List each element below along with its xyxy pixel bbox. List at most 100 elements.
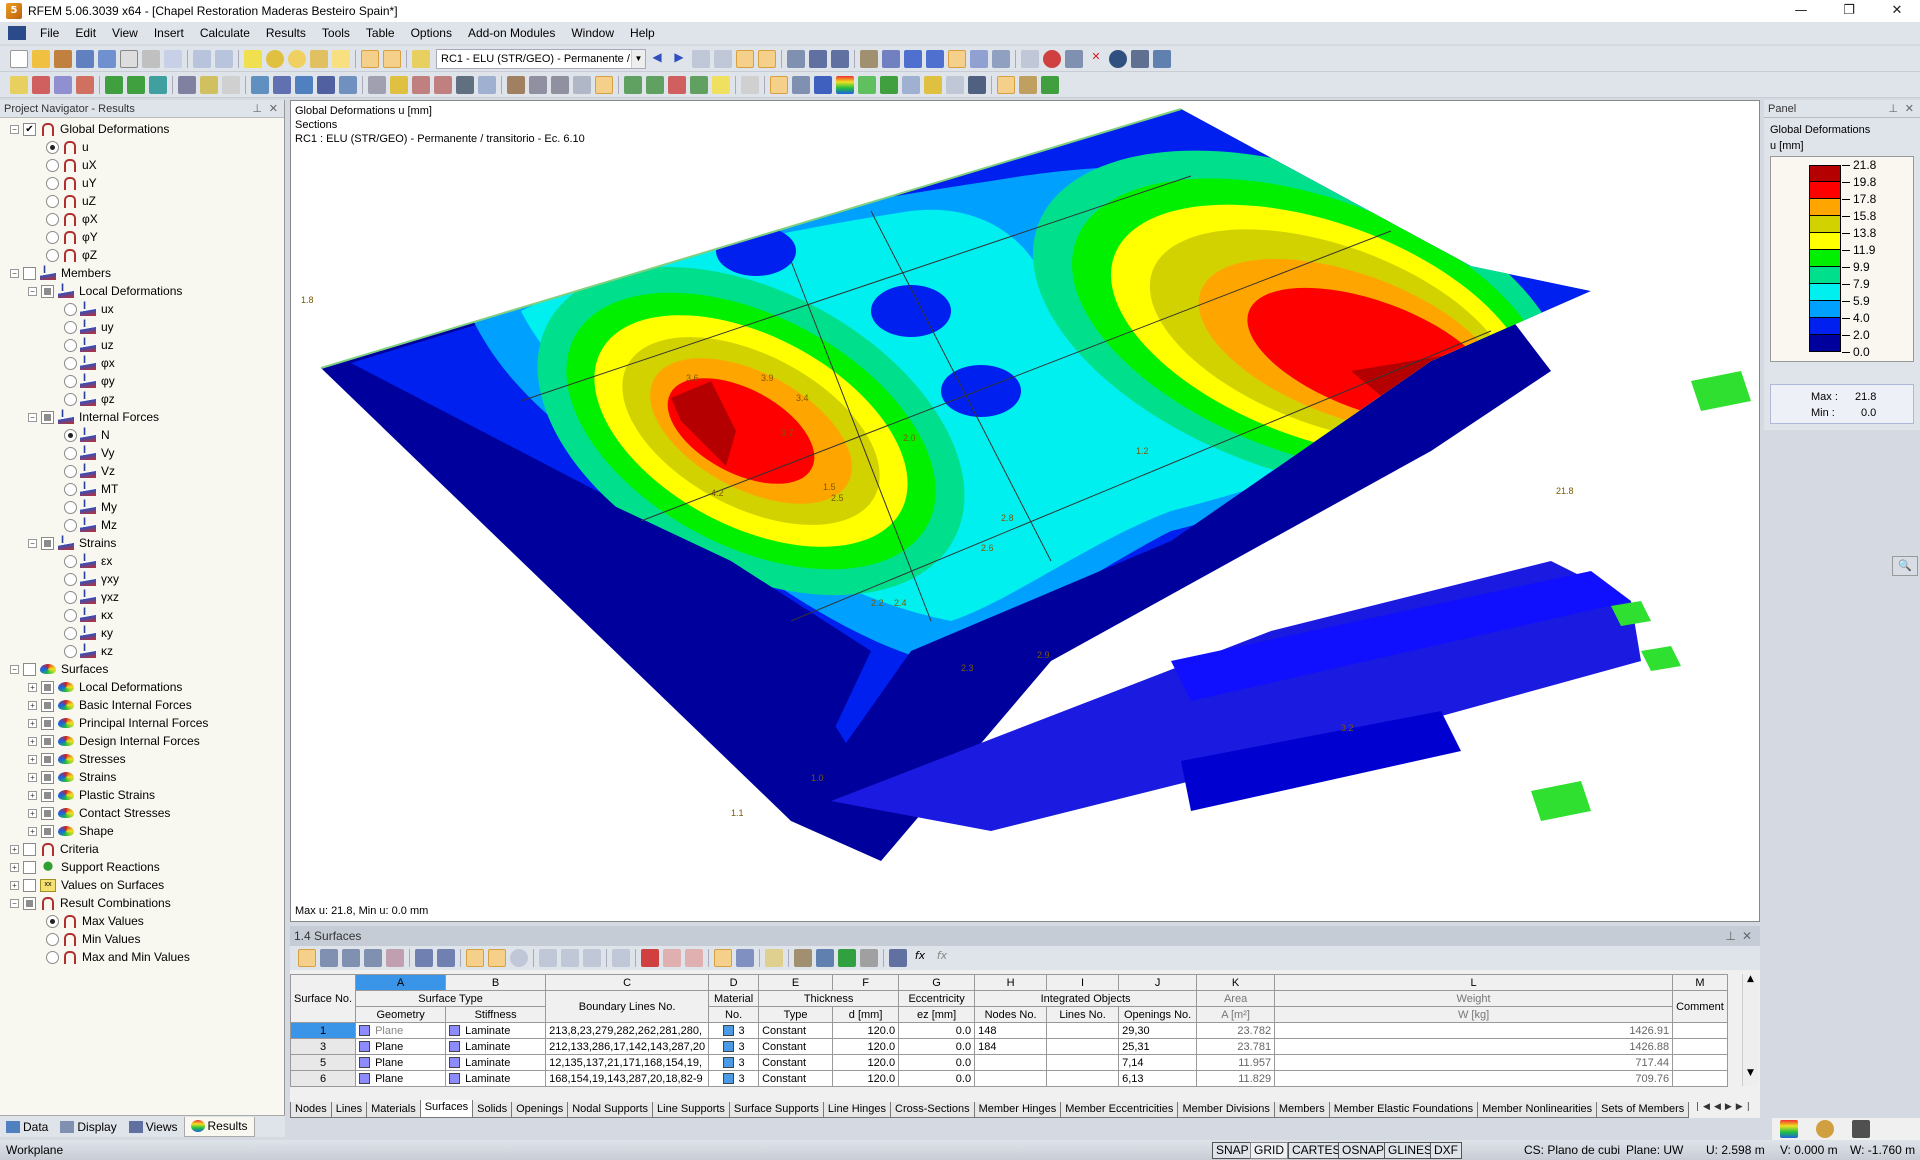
- tree-item[interactable]: N: [0, 426, 284, 444]
- tree-item[interactable]: ux: [0, 300, 284, 318]
- tree-radio[interactable]: [64, 482, 77, 496]
- cell-openings[interactable]: 6,13: [1118, 1070, 1198, 1087]
- result-table-icon[interactable]: [968, 75, 986, 94]
- delete-icon[interactable]: ✕: [1087, 50, 1105, 68]
- open-model-icon[interactable]: [54, 49, 72, 68]
- sheet-tab[interactable]: Cross-Sections: [890, 1102, 975, 1118]
- collapse-icon[interactable]: −: [10, 664, 19, 674]
- tab-data[interactable]: Data: [0, 1117, 54, 1137]
- menu-table[interactable]: Table: [358, 26, 403, 40]
- save-icon[interactable]: [98, 49, 116, 68]
- cell-lines[interactable]: [1046, 1038, 1120, 1055]
- surface-support-icon[interactable]: [149, 75, 167, 94]
- toggle-dxf[interactable]: DXF: [1430, 1142, 1462, 1159]
- contour-plot[interactable]: 4.2 3.6 3.4 3.9 3.7 2.8 2.6 2.0 1.5 2.5 …: [291, 101, 1760, 922]
- edit-table-icon[interactable]: [298, 949, 316, 967]
- toggle-glines[interactable]: GLINES: [1384, 1142, 1437, 1159]
- tree-item[interactable]: − Local Deformations: [0, 282, 284, 300]
- col-letter-a[interactable]: A: [355, 974, 447, 991]
- tree-checkbox[interactable]: [41, 770, 54, 784]
- tree-checkbox[interactable]: [41, 410, 54, 424]
- sheet-tab[interactable]: Lines: [330, 1102, 368, 1118]
- mesh2-icon[interactable]: [434, 75, 452, 94]
- cell-openings[interactable]: 29,30: [1118, 1022, 1198, 1039]
- row-number[interactable]: 3: [289, 1038, 357, 1055]
- zoom-panel-button[interactable]: 🔍: [1892, 556, 1918, 576]
- sheet-tab[interactable]: Surface Supports: [728, 1102, 824, 1118]
- tree-item[interactable]: κz: [0, 642, 284, 660]
- tree-item[interactable]: Min Values: [0, 930, 284, 948]
- open-file-icon[interactable]: [32, 49, 50, 68]
- member-results-icon[interactable]: [814, 75, 832, 94]
- sheet-tab[interactable]: Member Hinges: [973, 1102, 1062, 1118]
- sheet-tab[interactable]: Openings: [511, 1102, 569, 1118]
- collapse-icon[interactable]: −: [28, 286, 37, 296]
- menu-file[interactable]: File: [32, 26, 67, 40]
- view-in-y-icon[interactable]: [646, 75, 664, 94]
- table-toggle-icon[interactable]: [383, 49, 401, 68]
- solid-icon[interactable]: [295, 75, 313, 94]
- mirror-icon[interactable]: [1065, 49, 1083, 68]
- generate-icon[interactable]: [456, 75, 474, 94]
- cell-nodes[interactable]: 148: [974, 1022, 1048, 1039]
- settings-icon[interactable]: [1153, 49, 1171, 68]
- collapse-icon[interactable]: −: [10, 268, 19, 278]
- tree-checkbox[interactable]: [23, 860, 36, 874]
- close-icon[interactable]: ✕: [269, 100, 278, 118]
- cell-boundary[interactable]: 213,8,23,279,282,262,281,280,: [545, 1022, 710, 1039]
- refresh-icon[interactable]: [510, 949, 528, 967]
- tools-icon[interactable]: [478, 75, 496, 94]
- insert-row-icon[interactable]: [320, 949, 338, 967]
- toggle-cartes[interactable]: CARTES: [1288, 1142, 1345, 1159]
- excel-icon[interactable]: [838, 949, 856, 967]
- guide-icon[interactable]: [222, 75, 240, 94]
- sheet-tab[interactable]: Line Supports: [652, 1102, 730, 1118]
- tree-radio[interactable]: [64, 500, 77, 514]
- tree-item[interactable]: + Support Reactions: [0, 858, 284, 876]
- undo-icon[interactable]: [193, 49, 211, 68]
- tree-radio[interactable]: [64, 554, 77, 568]
- cell-type[interactable]: Constant: [758, 1070, 834, 1087]
- tree-item[interactable]: − Strains: [0, 534, 284, 552]
- tree-item[interactable]: φY: [0, 228, 284, 246]
- sheet-tab[interactable]: Surfaces: [419, 1100, 474, 1118]
- tree-item[interactable]: εx: [0, 552, 284, 570]
- tree-item[interactable]: φX: [0, 210, 284, 228]
- new-polyline-icon[interactable]: [76, 75, 94, 94]
- col-letter-e[interactable]: E: [758, 974, 834, 991]
- tree-item[interactable]: − Members: [0, 264, 284, 282]
- load-case-combo[interactable]: RC1 - ELU (STR/GEO) - Permanente / tra ▼: [436, 48, 646, 69]
- animation-icon[interactable]: [792, 75, 810, 94]
- collapse-icon[interactable]: −: [28, 412, 37, 422]
- view-y-icon[interactable]: [970, 49, 988, 68]
- multiply-icon[interactable]: [561, 949, 579, 967]
- toggle-osnap[interactable]: OSNAP: [1338, 1142, 1389, 1159]
- print-graphic-icon[interactable]: [997, 75, 1015, 94]
- cell-lines[interactable]: [1046, 1070, 1120, 1087]
- tree-item[interactable]: φx: [0, 354, 284, 372]
- tree-item[interactable]: uY: [0, 174, 284, 192]
- col-letter-g[interactable]: G: [898, 974, 976, 991]
- tree-radio[interactable]: [64, 446, 77, 460]
- table-row[interactable]: 5 Plane Laminate 12,135,137,21,171,168,154,…: [289, 1054, 1728, 1071]
- tree-checkbox[interactable]: [41, 734, 54, 748]
- zoom-icon[interactable]: [529, 75, 547, 94]
- tree-radio[interactable]: [64, 572, 77, 586]
- cell-stiffness[interactable]: Laminate: [445, 1022, 547, 1039]
- collapse-icon[interactable]: −: [10, 124, 19, 134]
- color-legend[interactable]: 21.8 19.8 17.8 15.8 13.8 11.9 9.9 7.9 5.9 4.0 2.0 0…: [1770, 156, 1914, 362]
- close-icon[interactable]: ✕: [1742, 926, 1752, 946]
- result-filter-icon[interactable]: [946, 75, 964, 94]
- printout-icon[interactable]: [1019, 75, 1037, 94]
- cell-area[interactable]: 23.781: [1196, 1038, 1276, 1055]
- tree-checkbox[interactable]: [41, 536, 54, 550]
- tree-radio[interactable]: [64, 338, 77, 352]
- collapse-icon[interactable]: −: [28, 538, 37, 548]
- table-settings-icon[interactable]: [809, 49, 827, 68]
- model-3d-view[interactable]: Global Deformations u [mm] Sections RC1 …: [290, 100, 1760, 922]
- cell-type[interactable]: Constant: [758, 1022, 834, 1039]
- connect-icon[interactable]: [368, 75, 386, 94]
- divide-icon[interactable]: [390, 75, 408, 94]
- col-letter-b[interactable]: B: [445, 974, 547, 991]
- cell-boundary[interactable]: 12,135,137,21,171,168,154,19,: [545, 1054, 710, 1071]
